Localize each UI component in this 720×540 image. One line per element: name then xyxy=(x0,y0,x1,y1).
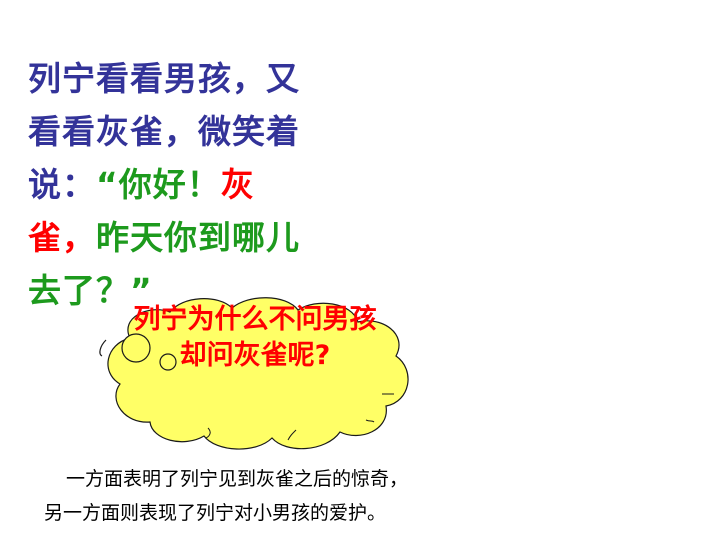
passage-quote-start: “你好！ xyxy=(96,165,221,204)
question-line-2: 却问灰雀呢? xyxy=(179,340,331,371)
story-passage: 列宁看看男孩，又 看看灰雀，微笑着 说：“你好！灰 雀，昨天你到哪儿 去了？” xyxy=(28,52,368,317)
explanation-text: 一方面表明了列宁见到灰雀之后的惊奇， 另一方面则表现了列宁对小男孩的爱护。 xyxy=(44,462,644,530)
passage-line-4: 雀，昨天你到哪儿 xyxy=(28,211,368,264)
passage-line-2: 看看灰雀，微笑着 xyxy=(28,112,300,151)
passage-bird-name-1: 灰 xyxy=(220,165,255,204)
slide: 列宁看看男孩，又 看看灰雀，微笑着 说：“你好！灰 雀，昨天你到哪儿 去了？” … xyxy=(0,0,720,540)
passage-line-1: 列宁看看男孩，又 xyxy=(28,59,300,98)
question-text: 列宁为什么不问男孩 却问灰雀呢? xyxy=(100,302,410,374)
explanation-line-1: 一方面表明了列宁见到灰雀之后的惊奇， xyxy=(66,468,409,490)
passage-said-prefix: 说： xyxy=(28,165,96,204)
passage-line-3: 说：“你好！灰 xyxy=(28,158,368,211)
passage-bird-name-2: 雀， xyxy=(28,218,96,257)
question-line-1: 列宁为什么不问男孩 xyxy=(133,304,377,335)
explanation-line-2: 另一方面则表现了列宁对小男孩的爱护。 xyxy=(44,502,387,524)
passage-quote-middle: 昨天你到哪儿 xyxy=(96,218,300,257)
